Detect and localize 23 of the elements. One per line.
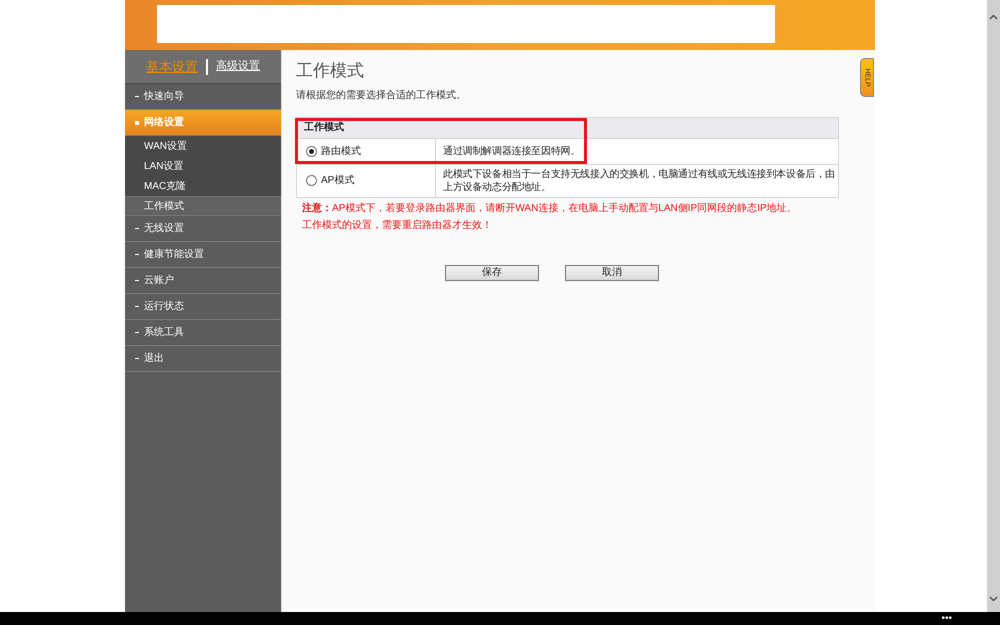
option-label[interactable]: 路由模式	[321, 144, 361, 158]
tab[interactable]: 高级设置	[216, 58, 260, 75]
submenu-item[interactable]: WAN设置	[125, 136, 281, 156]
radio-button[interactable]	[306, 146, 317, 156]
intro-text: 请根据您的需要选择合适的工作模式。	[296, 88, 467, 102]
radio-button[interactable]	[306, 175, 317, 186]
scrollbar[interactable]	[987, 0, 1000, 612]
page-title: 工作模式	[296, 60, 365, 82]
action-button[interactable]: 保存	[445, 264, 539, 280]
option-label[interactable]: AP模式	[321, 173, 354, 188]
submenu-item[interactable]: LAN设置	[125, 156, 281, 176]
more-dots[interactable]: •••	[941, 614, 952, 624]
scroll-down-icon[interactable]	[989, 596, 998, 602]
action-button[interactable]: 取消	[565, 264, 659, 280]
table-cell-text: 此模式下设备相当于一台支持无线接入的交换机，电脑通过有线或无线连接到本设备后，由上方设备动态分配地址。	[442, 168, 836, 194]
submenu-item[interactable]: MAC克隆	[125, 176, 281, 196]
submenu-item[interactable]: 工作模式	[125, 196, 281, 216]
table-cell-text: 通过调制解调器连接至因特网。	[442, 144, 582, 158]
table-heading: 工作模式	[297, 118, 838, 138]
tab-divider	[206, 58, 208, 74]
warning-note: 注意：AP模式下，若要登录路由器界面，请断开WAN连接，在电脑上手动配置与LAN侧IP同网段的静态IP地址。	[302, 201, 798, 216]
scroll-up-icon[interactable]	[989, 14, 998, 20]
warning-note: 工作模式的设置，需要重启路由器才生效！	[302, 218, 493, 232]
